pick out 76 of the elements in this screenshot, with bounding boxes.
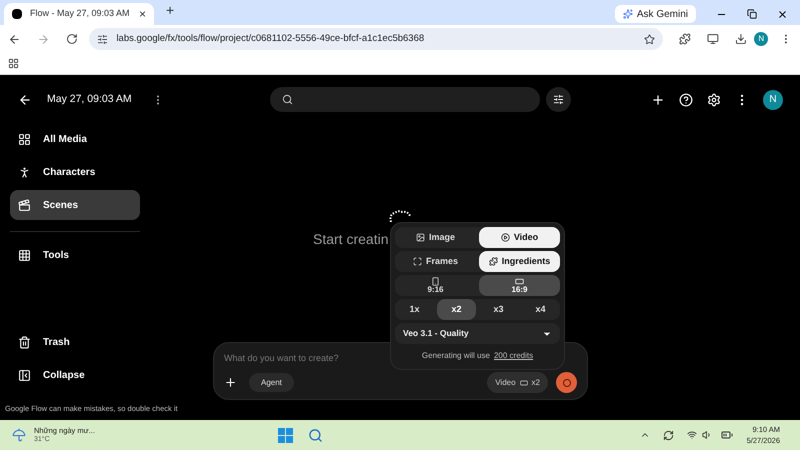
image-icon xyxy=(416,233,425,242)
puzzle-icon xyxy=(488,257,498,266)
credits-text: Generating will use xyxy=(422,350,490,362)
option-tab[interactable]: 1x xyxy=(395,299,434,320)
option-tab[interactable]: x4 xyxy=(521,299,560,320)
extensions-icon[interactable] xyxy=(678,33,691,45)
panel-icon xyxy=(18,368,31,382)
aspect-option[interactable]: 16:9 xyxy=(479,275,560,296)
tools-icon xyxy=(18,248,31,262)
star-icon[interactable] xyxy=(644,34,655,44)
wifi-icon[interactable] xyxy=(686,430,697,440)
user-avatar[interactable]: N xyxy=(763,90,783,110)
sidebar-item[interactable]: Tools xyxy=(10,240,140,270)
weather-icon[interactable] xyxy=(12,428,26,442)
profile-avatar[interactable]: N xyxy=(754,32,768,46)
landscape-icon xyxy=(515,277,524,286)
sidebar-item[interactable]: All Media xyxy=(10,124,140,154)
filter-icon xyxy=(553,94,564,105)
battery-icon[interactable] xyxy=(720,429,733,441)
credits-link[interactable]: 200 credits xyxy=(494,350,534,362)
ask-gemini-button[interactable]: Ask Gemini xyxy=(614,5,696,23)
model-dropdown[interactable]: Veo 3.1 - Quality xyxy=(395,323,560,344)
tab-close-button[interactable]: × xyxy=(138,5,146,23)
generate-button[interactable] xyxy=(556,372,577,393)
back-icon[interactable] xyxy=(18,93,32,107)
option-tab[interactable]: Video xyxy=(479,227,560,248)
search-icon xyxy=(282,94,293,105)
back-icon[interactable] xyxy=(8,32,21,46)
reload-icon[interactable] xyxy=(66,33,78,45)
tab-favicon-icon xyxy=(12,9,22,19)
close-icon[interactable] xyxy=(777,8,788,20)
site-info-icon[interactable] xyxy=(97,34,108,44)
sidebar-item[interactable]: Trash xyxy=(10,327,140,357)
start-icon[interactable] xyxy=(278,428,293,442)
volume-icon[interactable] xyxy=(702,430,712,440)
agent-button[interactable]: Agent xyxy=(249,373,294,392)
sidebar-icon xyxy=(18,198,31,212)
prompt-field[interactable]: What do you want to create? xyxy=(224,352,349,366)
sidebar-item[interactable]: Scenes xyxy=(10,190,140,220)
browser-tab[interactable]: Flow - May 27, 09:03 AM × xyxy=(4,3,154,25)
frame-icon xyxy=(412,257,422,266)
download-icon[interactable] xyxy=(734,33,746,45)
project-title: May 27, 09:03 AM xyxy=(47,92,132,108)
screen-icon[interactable] xyxy=(706,33,719,45)
settings-icon[interactable] xyxy=(707,92,721,106)
option-tab[interactable]: Frames xyxy=(395,251,476,272)
filter-button[interactable] xyxy=(546,87,571,112)
option-tab[interactable]: Ingredients xyxy=(479,251,560,272)
search-field[interactable] xyxy=(270,87,540,112)
settings-chip[interactable]: Video x2 xyxy=(487,372,548,393)
loading-icon xyxy=(388,210,412,222)
sidebar-item[interactable]: Collapse xyxy=(10,360,140,390)
aspect-option[interactable]: 9:16 xyxy=(395,275,476,296)
restore-icon[interactable] xyxy=(747,9,757,19)
option-tab[interactable]: x3 xyxy=(479,299,518,320)
new-tab-button[interactable]: + xyxy=(166,0,174,21)
empty-state-text: Start creatin xyxy=(313,230,388,248)
portrait-icon xyxy=(431,277,440,286)
add-icon[interactable] xyxy=(651,92,665,106)
apps-icon[interactable] xyxy=(8,58,19,69)
add-icon[interactable] xyxy=(224,376,237,389)
sidebar-icon xyxy=(18,132,31,146)
option-tab[interactable]: x2 xyxy=(437,299,476,320)
tab-title: Flow - May 27, 09:03 AM xyxy=(30,7,131,20)
trash-icon xyxy=(18,336,31,348)
play-icon xyxy=(500,233,510,242)
help-icon[interactable] xyxy=(679,92,693,106)
address-bar[interactable]: labs.google/fx/tools/flow/project/c0681102-5556-49ce-bfcf-a1c1ec5b6368 xyxy=(89,28,663,50)
option-tab[interactable]: Image xyxy=(395,227,476,248)
sparkle-icon xyxy=(622,9,633,19)
sidebar-icon xyxy=(18,166,31,178)
sidebar-item[interactable]: Characters xyxy=(10,157,140,187)
landscape-icon xyxy=(520,378,528,386)
sync-icon[interactable] xyxy=(662,430,674,440)
url-text: labs.google/fx/tools/flow/project/c0681102-5556-49ce-bfcf-a1c1ec5b6368 xyxy=(116,32,426,46)
search-icon[interactable] xyxy=(308,428,323,442)
